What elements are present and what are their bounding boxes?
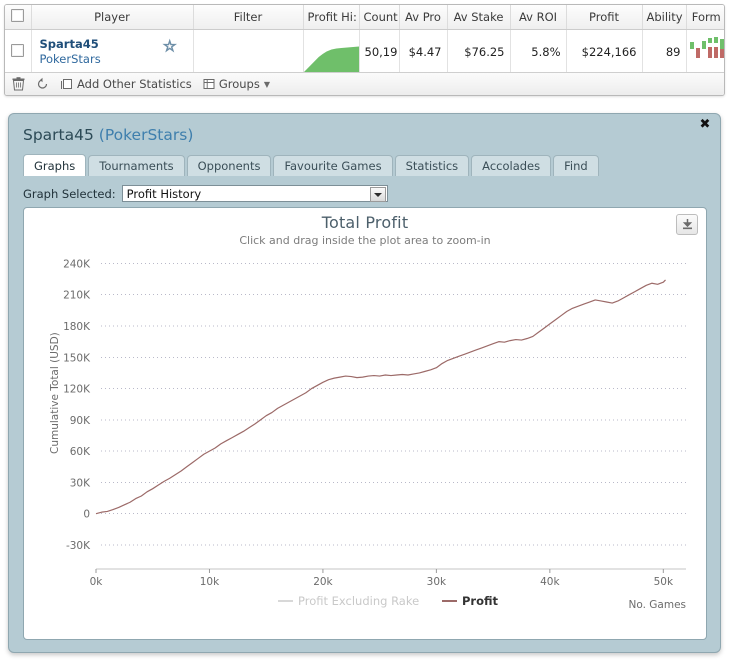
col-header-av-profit[interactable]: Av Pro [399, 5, 448, 30]
svg-text:10k: 10k [200, 576, 220, 588]
svg-text:60K: 60K [70, 446, 91, 458]
profit-history-sparkline-cell[interactable] [303, 29, 360, 75]
svg-text:210K: 210K [63, 290, 91, 302]
groups-icon [203, 79, 215, 89]
add-other-statistics-label: Add Other Statistics [77, 77, 192, 91]
tab-tournaments[interactable]: Tournaments [88, 155, 185, 176]
svg-text:90K: 90K [70, 415, 91, 427]
form-cell[interactable] [686, 29, 724, 75]
form-bar-chart-icon [689, 37, 724, 58]
profit-cell[interactable]: $224,166 [566, 29, 643, 75]
table-header-row: Player Filter Profit Hi: Count Av Pro Av… [5, 5, 724, 30]
svg-text:Profit Excluding Rake: Profit Excluding Rake [298, 594, 419, 608]
groups-button[interactable]: Groups ▼ [203, 77, 270, 91]
dropdown-arrow-icon[interactable] [369, 187, 386, 202]
svg-text:120K: 120K [63, 384, 91, 396]
refresh-button[interactable] [36, 77, 49, 91]
av-profit-cell[interactable]: $4.47 [399, 29, 448, 75]
col-header-av-stake[interactable]: Av Stake [447, 5, 511, 30]
chevron-down-icon[interactable]: ▼ [264, 80, 270, 89]
svg-text:30K: 30K [70, 477, 91, 489]
player-table: Player Filter Profit Hi: Count Av Pro Av… [5, 5, 724, 75]
tab-statistics[interactable]: Statistics [394, 155, 470, 176]
player-cell[interactable]: Sparta45 PokerStars ☆ [31, 29, 194, 75]
tab-find[interactable]: Find [553, 155, 599, 176]
delete-button[interactable] [12, 77, 25, 91]
refresh-icon [37, 77, 48, 89]
tab-graphs[interactable]: Graphs [23, 154, 87, 176]
svg-text:Cumulative Total (USD): Cumulative Total (USD) [49, 332, 61, 454]
profit-history-sparkline [303, 46, 358, 73]
groups-label: Groups [218, 77, 260, 91]
svg-text:20k: 20k [313, 576, 333, 588]
graph-selected-value: Profit History [126, 186, 202, 201]
av-roi-cell[interactable]: 5.8% [510, 29, 567, 75]
col-header-filter[interactable]: Filter [193, 5, 304, 30]
tab-opponents[interactable]: Opponents [186, 155, 272, 176]
svg-text:150K: 150K [63, 352, 91, 364]
col-header-count[interactable]: Count [359, 5, 400, 30]
svg-text:240K: 240K [63, 258, 91, 270]
svg-text:40k: 40k [540, 576, 560, 588]
profit-history-chart[interactable]: -30K 0 30K 60K 90K 120K 150K 180K 210K 240K 0k 10k 2… [24, 208, 707, 640]
col-header-av-roi[interactable]: Av ROI [510, 5, 567, 30]
graph-selected-dropdown[interactable]: Profit History [121, 185, 388, 202]
col-header-profit[interactable]: Profit [566, 5, 643, 30]
count-cell[interactable]: 50,19 [359, 29, 400, 75]
window-title: Sparta45 (PokerStars) [23, 126, 193, 144]
graph-selected-label: Graph Selected: [23, 186, 116, 201]
row-select-cell[interactable] [5, 29, 32, 75]
av-stake-cell[interactable]: $76.25 [447, 29, 511, 75]
player-grid-panel: Player Filter Profit Hi: Count Av Pro Av… [4, 4, 725, 96]
svg-text:50k: 50k [654, 576, 674, 588]
row-checkbox[interactable] [11, 43, 25, 57]
trash-icon [12, 77, 25, 91]
grid-toolbar: Add Other Statistics Groups ▼ [5, 72, 724, 95]
col-header-player[interactable]: Player [31, 5, 194, 30]
tab-strip: Graphs Tournaments Opponents Favourite G… [23, 154, 601, 176]
svg-text:30k: 30k [427, 576, 447, 588]
select-all-checkbox[interactable] [11, 8, 25, 22]
filter-cell[interactable] [193, 29, 304, 75]
ability-cell[interactable]: 89 [642, 29, 687, 75]
svg-text:Profit: Profit [462, 594, 499, 608]
svg-text:-30K: -30K [66, 540, 91, 552]
window-title-player: Sparta45 [23, 126, 94, 144]
svg-text:No. Games: No. Games [629, 599, 687, 611]
add-other-statistics-button[interactable]: Add Other Statistics [60, 77, 192, 91]
svg-text:180K: 180K [63, 321, 91, 333]
window-title-site: (PokerStars) [98, 126, 194, 144]
col-header-form[interactable]: Form [686, 5, 724, 30]
player-detail-window: ✖ Sparta45 (PokerStars) Graphs Tournamen… [8, 113, 721, 653]
col-header-profit-history[interactable]: Profit Hi: [303, 5, 360, 30]
chart-panel: Total Profit Click and drag inside the p… [23, 207, 707, 640]
favourite-star-icon[interactable]: ☆ [163, 38, 177, 54]
svg-text:0k: 0k [90, 576, 104, 588]
table-row[interactable]: Sparta45 PokerStars ☆ 50,19 $4.47 $76.25… [5, 29, 724, 75]
svg-text:0: 0 [83, 509, 90, 521]
tab-favourite-games[interactable]: Favourite Games [273, 155, 393, 176]
col-header-ability[interactable]: Ability [642, 5, 687, 30]
close-icon[interactable]: ✖ [698, 118, 712, 132]
tab-accolades[interactable]: Accolades [471, 155, 552, 176]
graph-selector-row: Graph Selected: Profit History [23, 185, 388, 202]
col-header-select-all[interactable] [5, 5, 32, 30]
add-columns-icon [61, 78, 72, 89]
